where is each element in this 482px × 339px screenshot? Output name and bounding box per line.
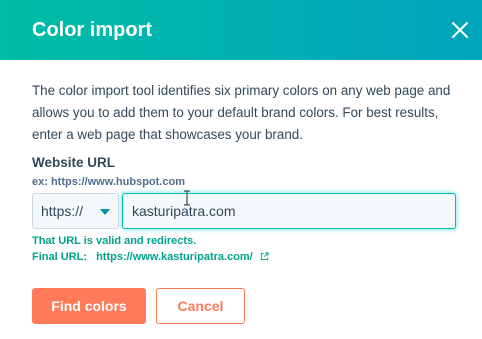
- website-url-label: Website URL: [32, 155, 116, 170]
- website-url-help: ex: https://www.hubspot.com: [32, 176, 185, 188]
- modal-header: Color import: [0, 0, 482, 60]
- protocol-select[interactable]: https://: [32, 193, 119, 229]
- final-url-row: Final URL: https://www.kasturipatra.com/: [32, 251, 269, 263]
- find-colors-button[interactable]: Find colors: [32, 288, 146, 324]
- cancel-button[interactable]: Cancel: [156, 288, 245, 324]
- final-url-label: Final URL:: [32, 251, 87, 263]
- website-url-input[interactable]: [122, 193, 456, 229]
- validation-message: That URL is valid and redirects.: [32, 235, 197, 247]
- color-import-modal: Color import The color import tool ident…: [0, 0, 482, 339]
- final-url-link[interactable]: https://www.kasturipatra.com/: [96, 251, 253, 263]
- protocol-value: https://: [41, 203, 84, 219]
- chevron-down-icon: [100, 209, 110, 215]
- description-text: The color import tool identifies six pri…: [32, 83, 451, 142]
- text-cursor-icon: [184, 190, 190, 206]
- modal-title: Color import: [32, 19, 152, 41]
- external-link-icon[interactable]: [260, 252, 269, 261]
- close-icon[interactable]: [449, 19, 471, 41]
- modal-body: The color import tool identifies six pri…: [32, 80, 462, 146]
